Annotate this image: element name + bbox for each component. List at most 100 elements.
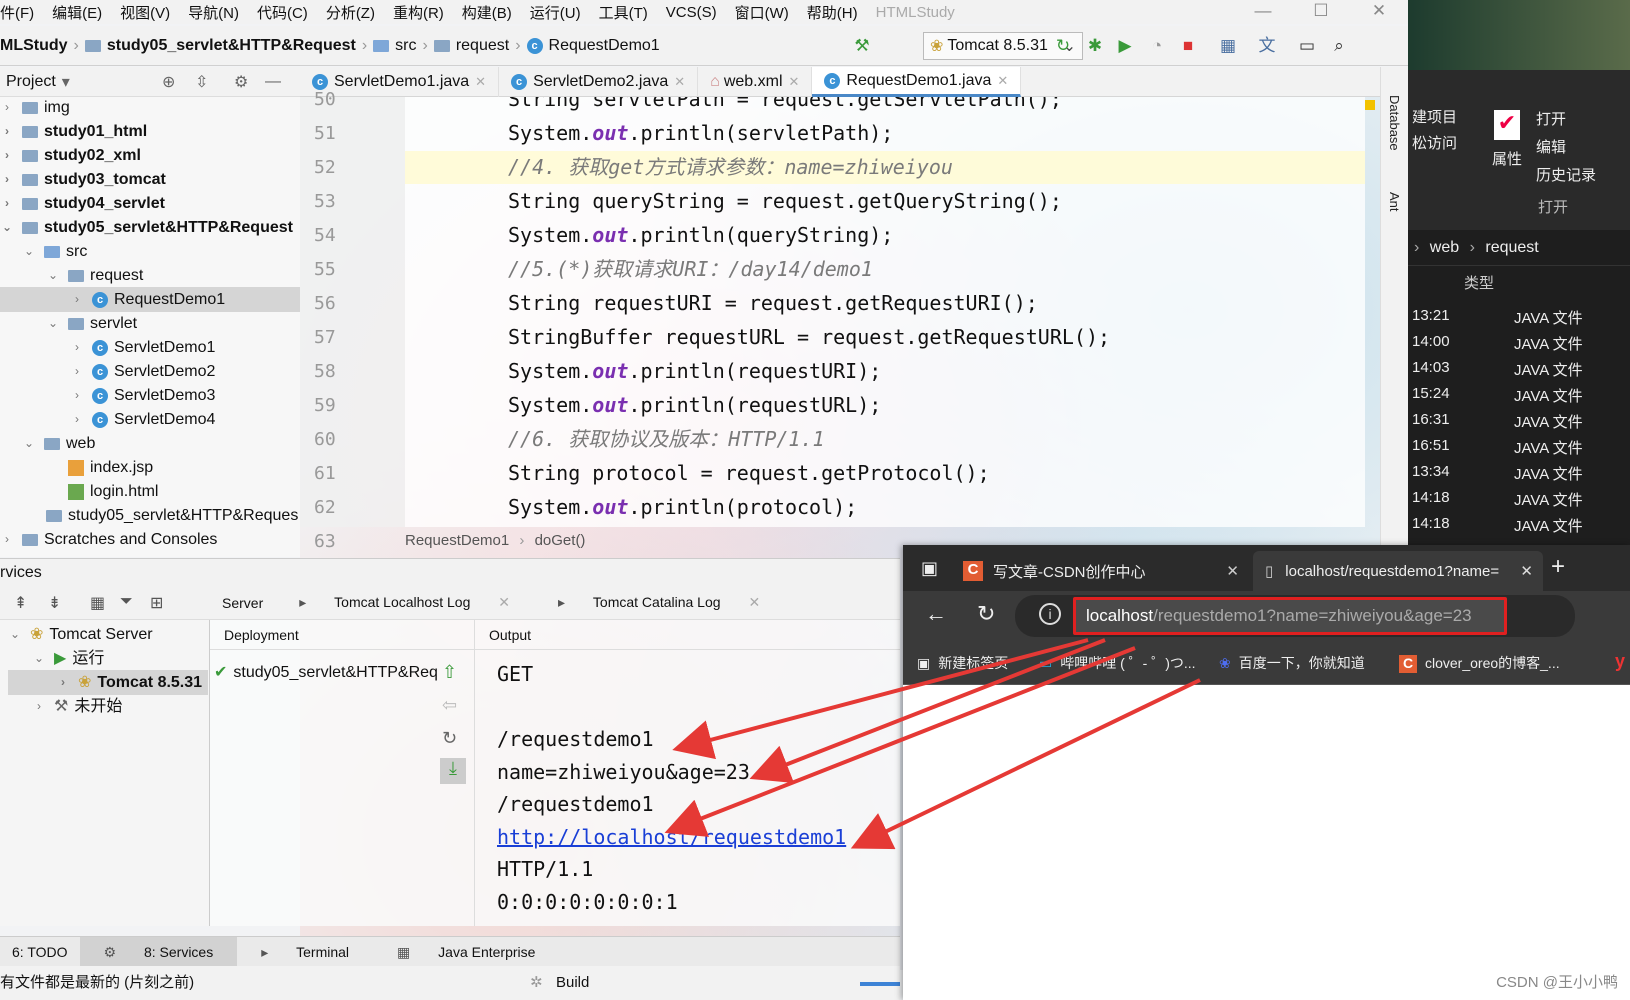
tree-item-login-html[interactable]: login.html [68,479,158,504]
properties-icon[interactable]: ✔ [1494,110,1520,140]
project-structure-icon[interactable]: ▦ [1218,36,1238,56]
gear-icon[interactable]: ⚙ [234,72,248,92]
menu-view[interactable]: 视图(V) [111,2,179,23]
ribbon-open[interactable]: 打开 [1536,108,1566,129]
service-tomcat-server[interactable]: ⌄ ❀ Tomcat Server [8,622,153,647]
tree-item-img[interactable]: › img [0,97,70,120]
file-type[interactable]: JAVA 文件 [1514,515,1583,536]
browser-tab-csdn[interactable]: C 写文章-CSDN创作中心 ✕ [963,551,1253,591]
file-type[interactable]: JAVA 文件 [1514,463,1583,484]
file-modified-time[interactable]: 14:03 [1412,359,1450,376]
breadcrumb-file[interactable]: RequestDemo1 [549,37,660,55]
service-not-started[interactable]: › ⚒ 未开始 [32,694,122,719]
redeploy-icon[interactable]: ⇧ [442,662,457,683]
code-line[interactable]: System.out.println(requestURL); [508,389,881,422]
service-running[interactable]: ⌄ ▶ 运行 [32,646,104,671]
tree-item-study03[interactable]: › study03_tomcat [0,167,166,192]
java-enterprise-tab[interactable]: ▦ Java Enterprise [373,937,559,967]
ribbon-properties[interactable]: 属性 [1492,148,1522,169]
code-line[interactable]: System.out.println(servletPath); [508,117,893,150]
code-line[interactable]: StringBuffer requestURL = request.getReq… [508,321,1110,354]
code-line[interactable]: //6. 获取协议及版本：HTTP/1.1 [508,423,825,456]
more-bookmarks-icon[interactable]: y [1615,651,1625,672]
collapse-all-icon[interactable]: ⇟ [48,593,61,613]
tree-item-servlet[interactable]: ⌄ servlet [46,311,137,336]
code-line[interactable]: //5.(*)获取请求URI：/day14/demo1 [508,253,873,286]
bookmark-new-tab[interactable]: ▣ 新建标签页 [917,653,1008,673]
reload-icon[interactable]: ↻ [977,601,995,627]
add-service-icon[interactable]: ⊞ [150,593,163,613]
tree-item-requestdemo1[interactable]: › c RequestDemo1 [0,287,300,312]
rerun-icon[interactable]: ↻ [1053,36,1073,56]
ant-tool-label[interactable]: Ant [1387,192,1402,212]
filter-icon[interactable]: ⏷ [120,593,133,611]
breadcrumb-module[interactable]: study05_servlet&HTTP&Request [107,37,356,55]
url-input[interactable]: localhost/requestdemo1?name=zhiweiyou&ag… [1073,597,1507,635]
group-icon[interactable]: ▦ [90,593,105,613]
tree-item-scratches[interactable]: › Scratches and Consoles [0,527,217,552]
tree-item-web[interactable]: ⌄ web [22,431,95,456]
build-status[interactable]: Build [556,966,589,1000]
refresh-icon[interactable]: ↻ [442,728,457,749]
terminal-tab[interactable]: ▸ Terminal [237,937,373,967]
project-panel-title[interactable]: Project [0,73,56,91]
back-icon[interactable]: ← [925,601,947,627]
code-line[interactable]: //4. 获取get方式请求参数：name=zhiweiyou [508,151,953,184]
deployment-item[interactable]: ✔ study05_servlet&HTTP&Req [214,662,438,682]
ribbon-new-project[interactable]: 建项目 [1412,106,1457,127]
bookmark-baidu[interactable]: ❀ 百度一下，你就知道 [1219,653,1365,673]
file-modified-time[interactable]: 16:51 [1412,437,1450,454]
tree-item-servletdemo1[interactable]: › c ServletDemo1 [70,335,215,360]
tree-item-study01[interactable]: › study01_html [0,119,147,144]
terminal-window-icon[interactable]: ▭ [1297,36,1317,56]
file-modified-time[interactable]: 13:21 [1412,307,1450,324]
tab-requestdemo1[interactable]: c RequestDemo1.java ✕ [812,67,1022,97]
database-tool-label[interactable]: Database [1387,95,1402,151]
ribbon-edit[interactable]: 编辑 [1536,136,1566,157]
crumb-class[interactable]: RequestDemo1 [405,532,509,549]
file-type[interactable]: JAVA 文件 [1514,385,1583,406]
build-hammer-icon[interactable]: ⚒ [852,36,872,56]
tree-item-servletdemo4[interactable]: › c ServletDemo4 [70,407,215,432]
code-editor[interactable]: String servletPath = request.getServletP… [405,97,1365,527]
menu-tools[interactable]: 工具(T) [590,2,657,23]
breadcrumb-src[interactable]: src [395,37,416,55]
tab-catalina-log[interactable]: ▸ Tomcat Catalina Log ✕ [534,594,784,611]
todo-tab[interactable]: 6: TODO [0,937,80,967]
code-line[interactable]: System.out.println(protocol); [508,491,857,524]
undeploy-icon[interactable]: ⇦ [442,695,457,716]
column-type[interactable]: 类型 [1464,272,1494,293]
ribbon-easy-access[interactable]: 松访问 [1412,132,1457,153]
service-tomcat-instance[interactable]: › ❀ Tomcat 8.5.31 [8,670,208,695]
tab-server[interactable]: Server [210,595,275,611]
ribbon-history[interactable]: 历史记录 [1536,164,1596,185]
profile-icon[interactable]: ◔ [1147,36,1167,56]
tree-item-study04[interactable]: › study04_servlet [0,191,165,216]
tab-actions-icon[interactable]: ▣ [921,558,938,579]
file-type[interactable]: JAVA 文件 [1514,411,1583,432]
tab-web-xml[interactable]: ⌂ web.xml ✕ [698,67,813,97]
breadcrumb-project[interactable]: MLStudy [0,37,68,55]
locate-icon[interactable]: ⊕ [162,72,175,92]
new-tab-icon[interactable]: + [1551,553,1565,581]
code-line[interactable]: System.out.println(queryString); [508,219,893,252]
tree-item-src[interactable]: ⌄ src [22,239,87,264]
file-modified-time[interactable]: 14:18 [1412,489,1450,506]
tab-servletdemo2[interactable]: c ServletDemo2.java ✕ [499,67,699,97]
coverage-icon[interactable]: ▶ [1115,36,1135,56]
tree-item-index-jsp[interactable]: index.jsp [68,455,153,480]
path-web[interactable]: web [1430,239,1459,256]
menu-help[interactable]: 帮助(H) [798,2,867,23]
file-type[interactable]: JAVA 文件 [1514,333,1583,354]
code-line[interactable]: String protocol = request.getProtocol(); [508,457,990,490]
file-type[interactable]: JAVA 文件 [1514,489,1583,510]
menu-run[interactable]: 运行(U) [521,2,590,23]
file-type[interactable]: JAVA 文件 [1514,307,1583,328]
tree-item-study02[interactable]: › study02_xml [0,143,141,168]
menu-navigate[interactable]: 导航(N) [179,2,248,23]
stop-icon[interactable]: ■ [1178,36,1198,56]
file-modified-time[interactable]: 14:18 [1412,515,1450,532]
hide-icon[interactable]: — [265,73,281,91]
menu-build[interactable]: 构建(B) [453,2,521,23]
file-modified-time[interactable]: 14:00 [1412,333,1450,350]
